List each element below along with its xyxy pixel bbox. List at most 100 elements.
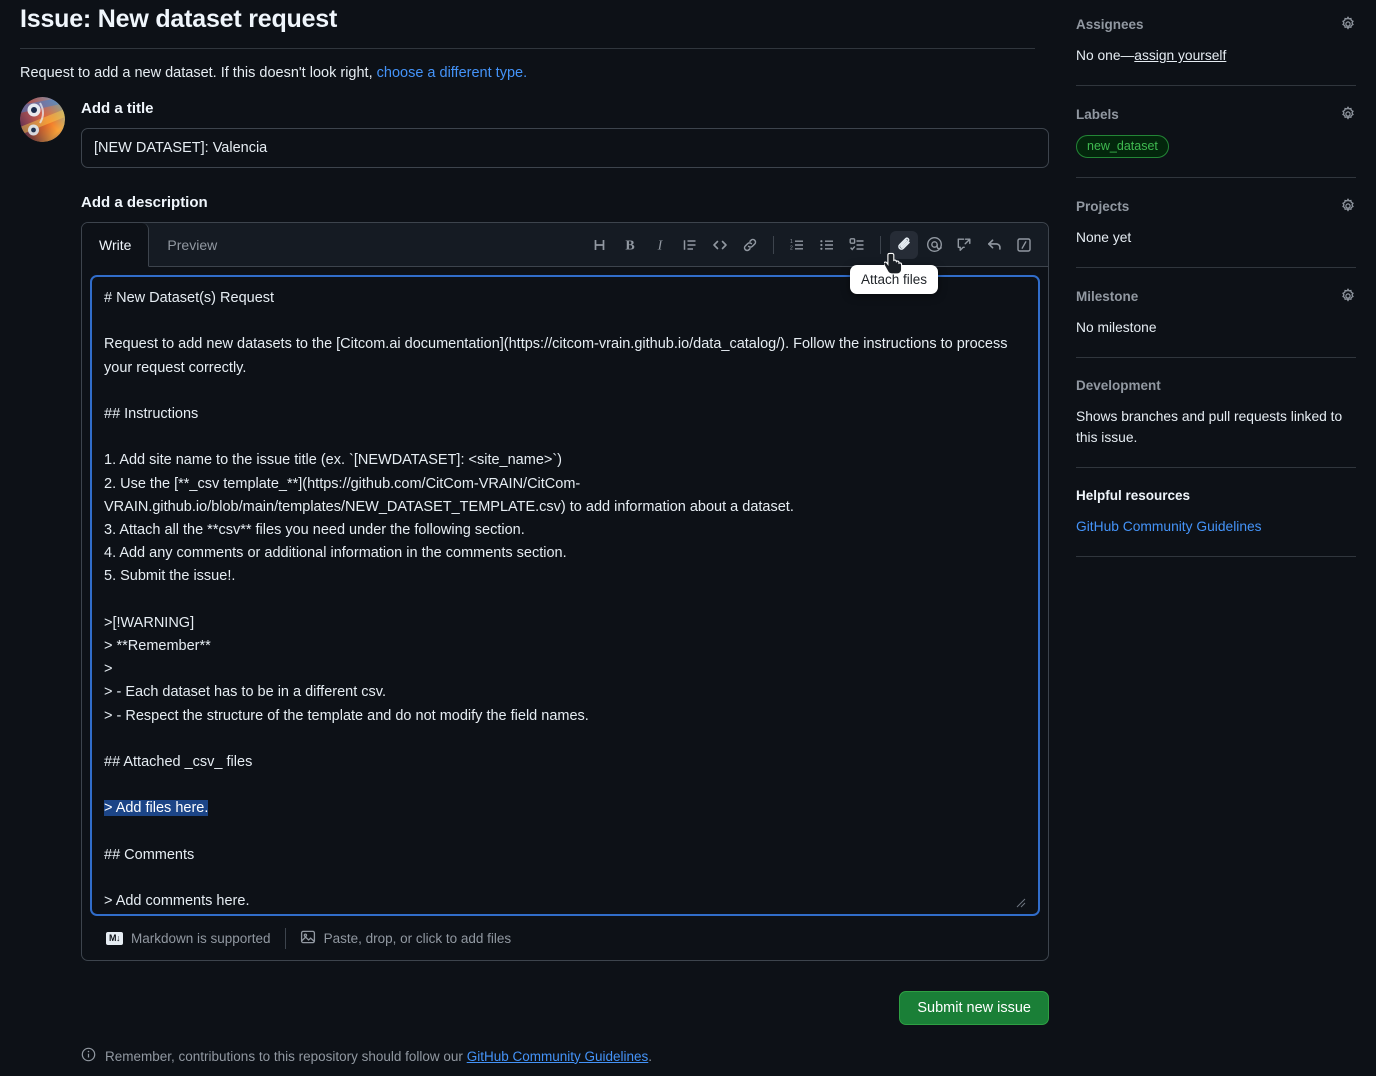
gear-icon[interactable] [1340,106,1356,122]
editor-tabs: Write Preview [82,223,235,267]
gear-icon[interactable] [1340,288,1356,304]
reply-icon[interactable] [980,231,1008,259]
body-text-before: # New Dataset(s) Request Request to add … [104,290,1008,771]
assign-yourself-link[interactable]: assign yourself [1134,48,1226,63]
footer-text-prefix: Remember, contributions to this reposito… [105,1048,467,1064]
development-title: Development [1076,378,1161,393]
issue-title-input[interactable] [81,128,1049,168]
toolbar-divider-1 [773,235,774,254]
page-title: Issue: New dataset request [20,5,338,33]
sidebar-divider [1076,467,1356,468]
heading-icon[interactable] [586,231,614,259]
markdown-supported-item: M↓ Markdown is supported [94,931,283,946]
description-field-label: Add a description [81,194,208,211]
assignees-none-label: No one— [1076,48,1135,63]
body-text-after: ## Comments > Add comments here. [104,846,250,910]
link-icon[interactable] [736,231,764,259]
gear-icon[interactable] [1340,16,1356,32]
compose-column: Add a title Add a description Write Prev… [81,97,1049,961]
svg-text:I: I [657,238,664,253]
image-icon [300,929,316,948]
sidebar-section-helpful-resources: Helpful resources GitHub Community Guide… [1076,486,1356,557]
cross-reference-icon[interactable] [950,231,978,259]
tab-preview[interactable]: Preview [149,223,235,266]
milestone-body: No milestone [1076,320,1157,335]
label-chip-new-dataset[interactable]: new_dataset [1076,135,1169,158]
issue-sidebar: Assignees No one—assign yourself Labels … [1060,0,1376,575]
projects-title: Projects [1076,198,1130,214]
helpful-resources-title: Helpful resources [1076,488,1191,503]
sidebar-divider [1076,85,1356,86]
toolbar-divider-2 [880,235,881,254]
editor-header: Write Preview B I 1 2 Attach files [82,223,1048,294]
helpful-resources-header: Helpful resources [1076,486,1356,503]
italic-icon[interactable]: I [646,231,674,259]
body-text-selected: > Add files here. [104,800,209,817]
labels-header: Labels [1076,104,1356,122]
paste-drop-label: Paste, drop, or click to add files [323,930,512,946]
sidebar-divider [1076,267,1356,268]
attach-files-tooltip: Attach files [850,265,939,294]
svg-text:1: 1 [790,239,793,245]
development-body: Shows branches and pull requests linked … [1076,409,1343,445]
tab-write[interactable]: Write [82,223,150,267]
sidebar-section-assignees: Assignees No one—assign yourself [1076,14,1356,86]
code-icon[interactable] [706,231,734,259]
mention-icon[interactable] [920,231,948,259]
milestone-title: Milestone [1076,288,1139,304]
projects-body: None yet [1076,230,1132,245]
slash-command-icon[interactable] [1010,231,1038,259]
markdown-icon: M↓ [106,931,123,945]
labels-body: new_dataset [1076,135,1356,158]
unordered-list-icon[interactable] [813,231,841,259]
assignees-title: Assignees [1076,16,1144,32]
gear-icon[interactable] [1340,198,1356,214]
github-community-guidelines-link[interactable]: GitHub Community Guidelines [1076,519,1262,534]
ordered-list-icon[interactable]: 12 [783,231,811,259]
textarea-wrapper: # New Dataset(s) Request Request to add … [82,267,1048,916]
task-list-icon[interactable] [843,231,871,259]
assignees-body: No one—assign yourself [1076,45,1356,66]
footer-divider [284,927,286,949]
main-column: Issue: New dataset request Request to ad… [0,0,1060,1065]
markdown-editor: Write Preview B I 1 2 Attach files # New… [81,222,1049,961]
resize-handle-icon[interactable] [1016,898,1026,908]
footer-community-guidelines-link[interactable]: GitHub Community Guidelines [467,1049,649,1064]
markdown-supported-label: Markdown is supported [131,930,271,946]
footer-text: Remember, contributions to this reposito… [105,1049,652,1064]
bold-icon[interactable]: B [616,231,644,259]
sidebar-divider [1076,556,1356,557]
sidebar-section-milestone: Milestone No milestone [1076,286,1356,358]
attach-files-dropzone[interactable]: Paste, drop, or click to add files [288,929,524,948]
projects-header: Projects [1076,196,1356,214]
page-footer: Remember, contributions to this reposito… [81,1047,1040,1065]
submit-new-issue-button[interactable]: Submit new issue [899,991,1049,1025]
editor-toolbar: B I 1 2 [586,223,1048,266]
title-field-label: Add a title [81,100,154,117]
subline-text: Request to add a new dataset. If this do… [20,65,377,81]
svg-text:2: 2 [790,245,793,251]
issue-form-page: Issue: New dataset request Request to ad… [0,0,1376,1076]
sidebar-divider [1076,357,1356,358]
submit-row: Submit new issue [81,991,1049,1025]
assignees-header: Assignees [1076,14,1356,32]
issue-body-textarea[interactable]: # New Dataset(s) Request Request to add … [90,275,1040,916]
title-divider [20,48,1035,49]
sidebar-section-projects: Projects None yet [1076,196,1356,268]
milestone-header: Milestone [1076,286,1356,304]
sidebar-divider [1076,177,1356,178]
attach-files-icon[interactable] [890,230,918,259]
info-icon [81,1047,96,1065]
choose-different-type-link[interactable]: choose a different type. [377,65,527,81]
sidebar-section-development: Development Shows branches and pull requ… [1076,376,1356,468]
footer-text-suffix: . [648,1048,653,1064]
compose-row: Add a title Add a description Write Prev… [20,97,1049,961]
sidebar-section-labels: Labels new_dataset [1076,104,1356,178]
editor-footer: M↓ Markdown is supported Paste, drop, or… [82,916,1048,960]
helpful-resources-body: GitHub Community Guidelines [1076,516,1356,537]
labels-title: Labels [1076,106,1119,122]
development-header: Development [1076,376,1356,393]
avatar [20,97,65,142]
svg-text:B: B [625,238,634,253]
quote-icon[interactable] [676,231,704,259]
